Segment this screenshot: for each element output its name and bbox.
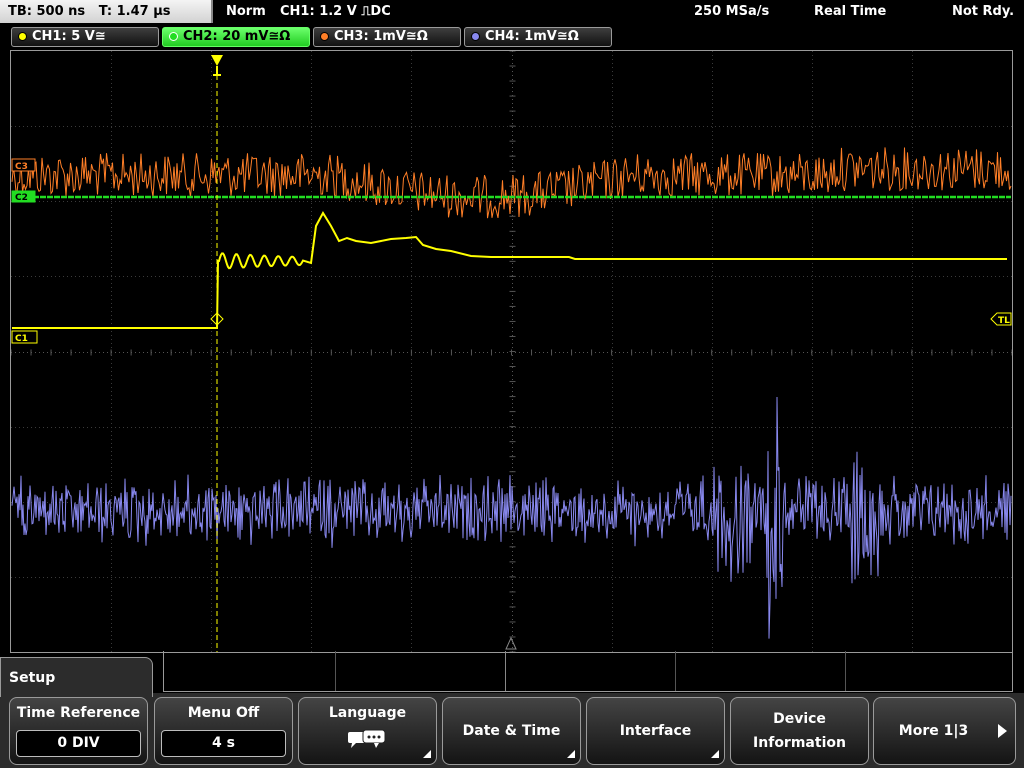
ch4-tab-label: CH4: 1mV≅Ω — [485, 29, 579, 44]
timebase-box[interactable]: TB: 500 ns T: 1.47 µs — [0, 0, 213, 23]
c2-marker: C2 — [11, 190, 36, 203]
language-softkey[interactable]: Language — [298, 697, 437, 765]
time-reference-softkey[interactable]: Time Reference 0 DIV — [9, 697, 148, 765]
trigger-setting[interactable]: CH1: 1.2 V ⎍DC — [280, 0, 391, 23]
c3-marker: C3 — [11, 158, 36, 172]
ch3-tab[interactable]: CH3: 1mV≅Ω — [313, 27, 461, 47]
c2-marker-label: C2 — [15, 193, 28, 203]
more-softkey[interactable]: More 1|3 — [873, 697, 1016, 765]
time-reference-label: Time Reference — [16, 705, 141, 721]
graticule-grid — [11, 51, 1012, 652]
ch4-waveform — [11, 396, 1012, 639]
language-label: Language — [328, 705, 407, 721]
ch3-waveform — [11, 147, 1012, 219]
menu-title: Setup — [9, 670, 56, 686]
sample-rate: 250 MSa/s — [694, 4, 770, 19]
submenu-indicator-icon — [711, 750, 719, 758]
reference-strip — [163, 651, 1013, 692]
status-bar: Norm CH1: 1.2 V ⎍DC 250 MSa/s Real Time … — [215, 0, 1024, 23]
menu-off-softkey[interactable]: Menu Off 4 s — [154, 697, 293, 765]
trigger-mode[interactable]: Norm — [226, 0, 266, 23]
submenu-indicator-icon — [423, 750, 431, 758]
ch1-color-dot — [18, 32, 27, 41]
acquisition-mode: Real Time — [814, 4, 887, 19]
waveform-area: C3 C2 C1 TL — [11, 51, 1012, 652]
ch1-tab-label: CH1: 5 V≅ — [32, 29, 106, 44]
interface-softkey[interactable]: Interface — [586, 697, 725, 765]
ch2-tab[interactable]: CH2: 20 mV≅Ω — [162, 27, 310, 47]
device-information-label-line2: Information — [753, 735, 846, 751]
menu-off-label: Menu Off — [187, 705, 260, 721]
date-time-label: Date & Time — [462, 723, 561, 739]
trigger-level-label: TL — [998, 316, 1010, 326]
time-reference-value: 0 DIV — [16, 730, 141, 757]
center-reference-marker — [505, 636, 517, 650]
next-page-arrow-icon — [998, 724, 1007, 738]
c3-marker-label: C3 — [15, 162, 28, 172]
speech-bubbles-icon — [347, 729, 385, 748]
menu-title-tab: Setup — [0, 657, 153, 697]
more-label: More 1|3 — [898, 723, 969, 739]
trigger-position-marker — [211, 55, 223, 76]
scope-display[interactable]: C3 C2 C1 TL — [10, 50, 1013, 653]
acquisition-status: Not Rdy. — [952, 4, 1015, 19]
ch4-color-dot — [471, 32, 480, 41]
ch3-tab-label: CH3: 1mV≅Ω — [334, 29, 428, 44]
device-information-softkey[interactable]: Device Information — [730, 697, 869, 765]
ch1-tab[interactable]: CH1: 5 V≅ — [11, 27, 159, 47]
trigger-time-value: T: 1.47 µs — [98, 4, 171, 19]
date-time-softkey[interactable]: Date & Time — [442, 697, 581, 765]
trigger-level-marker: TL — [990, 312, 1012, 326]
timebase-value: TB: 500 ns — [8, 4, 86, 19]
c1-marker: C1 — [11, 330, 38, 344]
interface-label: Interface — [619, 723, 692, 739]
submenu-indicator-icon — [567, 750, 575, 758]
ch1-waveform — [12, 210, 1007, 329]
ch2-color-dot — [169, 32, 178, 41]
ch4-tab[interactable]: CH4: 1mV≅Ω — [464, 27, 612, 47]
ch2-tab-label: CH2: 20 mV≅Ω — [183, 29, 291, 44]
menu-off-value: 4 s — [161, 730, 286, 757]
c1-marker-label: C1 — [15, 334, 28, 344]
ch3-color-dot — [320, 32, 329, 41]
device-information-label-line1: Device — [773, 711, 826, 727]
